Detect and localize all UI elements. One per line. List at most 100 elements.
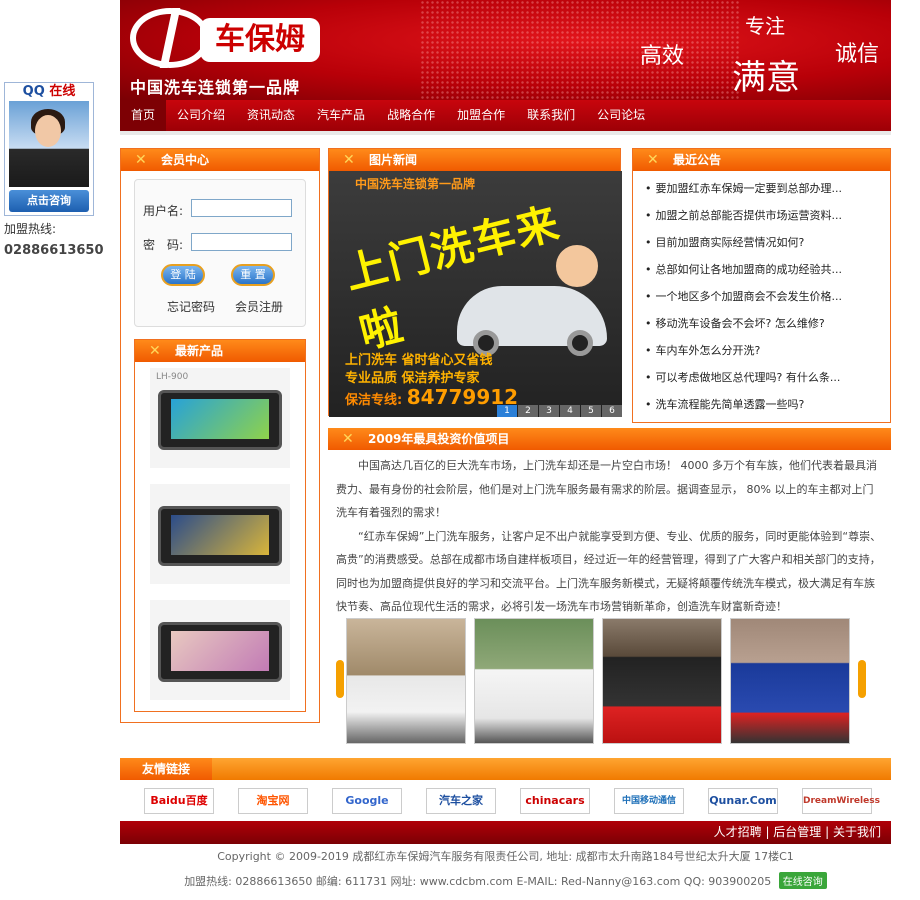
announcement-item[interactable]: 一个地区多个加盟商会不会发生价格...	[645, 283, 890, 310]
slide-page-6[interactable]: 6	[602, 405, 622, 417]
products-title: 最新产品	[135, 340, 305, 362]
slide-page-2[interactable]: 2	[518, 405, 538, 417]
logo-h-icon	[130, 8, 210, 68]
announcement-item[interactable]: 目前加盟商实际经营情况如何?	[645, 229, 890, 256]
slide-page-1[interactable]: 1	[497, 405, 517, 417]
qq-title: QQ 在线	[5, 83, 93, 101]
photo-content	[603, 619, 721, 743]
gps-screen	[171, 631, 269, 671]
online-consult-button[interactable]: 在线咨询	[778, 872, 827, 889]
gallery-photo[interactable]	[474, 618, 594, 744]
friend-link-chinamobile[interactable]: 中国移动通信	[614, 788, 684, 814]
hotline-number: 02886613650	[4, 243, 104, 258]
reset-button[interactable]: 重 置	[231, 264, 275, 286]
gallery-photo[interactable]	[730, 618, 850, 744]
footer-link-admin[interactable]: 后台管理	[773, 825, 821, 839]
nav-products[interactable]: 汽车产品	[306, 100, 376, 131]
login-button[interactable]: 登 陆	[161, 264, 205, 286]
gps-screen	[171, 399, 269, 439]
main-nav: 首页 公司介绍 资讯动态 汽车产品 战略合作 加盟合作 联系我们 公司论坛	[120, 100, 891, 131]
announcement-item[interactable]: 加盟之前总部能否提供市场运营资料...	[645, 202, 890, 229]
forgot-password-link[interactable]: 忘记密码	[167, 298, 215, 315]
nav-forum[interactable]: 公司论坛	[586, 100, 656, 131]
gps-device-image	[158, 390, 282, 450]
picture-news-title: 图片新闻	[329, 149, 620, 171]
gallery-photo[interactable]	[346, 618, 466, 744]
nav-divider	[120, 131, 891, 135]
photo-content	[347, 619, 465, 743]
announcement-item[interactable]: 移动洗车设备会不会坏? 怎么维修?	[645, 310, 890, 337]
banner-top-text: 中国洗车连锁第一品牌	[355, 177, 476, 191]
footer-link-about[interactable]: 关于我们	[833, 825, 881, 839]
project-title: 2009年最具投资价值项目	[328, 428, 891, 450]
friend-link-taobao[interactable]: 淘宝网	[238, 788, 308, 814]
friend-link-baidu[interactable]: Baidu百度	[144, 788, 214, 814]
product-item[interactable]	[150, 600, 290, 700]
qq-online-label: 在线	[49, 84, 76, 99]
password-label: 密 码:	[143, 238, 184, 252]
announcement-item[interactable]: 可以考虑做地区总代理吗? 有什么条...	[645, 364, 890, 391]
photo-content	[475, 619, 593, 743]
friend-link-dreamwireless[interactable]: DreamWireless	[802, 788, 880, 814]
product-model-label: LH-900	[156, 372, 189, 382]
qq-consult-button[interactable]: 点击咨询	[9, 190, 89, 212]
nav-news[interactable]: 资讯动态	[236, 100, 306, 131]
qq-label: QQ	[22, 84, 45, 99]
friend-links-list: Baidu百度 淘宝网 Google 汽车之家 chinacars 中国移动通信…	[144, 788, 880, 814]
nav-contact[interactable]: 联系我们	[516, 100, 586, 131]
gps-device-image	[158, 622, 282, 682]
slide-page-5[interactable]: 5	[581, 405, 601, 417]
friend-links-title: 友情链接	[120, 758, 212, 780]
product-item[interactable]: LH-900	[150, 368, 290, 468]
slide-pager: 1 2 3 4 5 6	[496, 405, 622, 417]
motto-satisfaction: 满意	[732, 58, 800, 98]
nav-company[interactable]: 公司介绍	[166, 100, 236, 131]
slide-page-4[interactable]: 4	[560, 405, 580, 417]
announcement-item[interactable]: 要加盟红赤车保姆一定要到总部办理...	[645, 175, 890, 202]
news-banner-image[interactable]: 中国洗车连锁第一品牌 上门洗车来啦 上门洗车 省时省心又省钱 专业品质 保洁养护…	[329, 171, 622, 417]
nav-franchise[interactable]: 加盟合作	[446, 100, 516, 131]
login-form: 用户名: 密 码: 登 陆 重 置 忘记密码 会员注册	[134, 179, 306, 327]
motto-focus: 专注	[745, 14, 785, 38]
logo[interactable]: 车保姆	[130, 8, 320, 68]
banner-tel: 保洁专线: 84779912	[345, 385, 518, 409]
announcement-item[interactable]: 总部如何让各地加盟商的成功经验共...	[645, 256, 890, 283]
banner-line-2: 专业品质 保洁养护专家	[345, 371, 480, 386]
wheel-icon	[567, 330, 593, 356]
friend-link-qunar[interactable]: Qunar.Com	[708, 788, 778, 814]
product-list: LH-900	[135, 362, 305, 722]
password-input[interactable]	[191, 233, 292, 251]
friend-links-bar	[212, 758, 891, 780]
banner-line-1: 上门洗车 省时省心又省钱	[345, 353, 493, 368]
announcement-item[interactable]: 车内车外怎么分开洗?	[645, 337, 890, 364]
site-header: 车保姆 中国洗车连锁第一品牌 高效 专注 满意 诚信	[120, 0, 891, 100]
logo-text: 车保姆	[200, 18, 320, 62]
announcements-panel: 最近公告 要加盟红赤车保姆一定要到总部办理... 加盟之前总部能否提供市场运营资…	[632, 148, 891, 423]
register-link[interactable]: 会员注册	[235, 298, 283, 315]
username-input[interactable]	[191, 199, 292, 217]
product-item[interactable]	[150, 484, 290, 584]
nav-strategy[interactable]: 战略合作	[376, 100, 446, 131]
announcement-item[interactable]: 洗车流程能先简单透露一些吗?	[645, 391, 890, 418]
project-paragraph-2: “红赤车保姆”上门洗车服务，让客户足不出户就能享受到方便、专业、优质的服务，同时…	[336, 529, 882, 614]
customer-service-photo	[9, 101, 89, 187]
friend-link-chinacars[interactable]: chinacars	[520, 788, 590, 814]
gps-screen	[171, 515, 269, 555]
gallery-photo[interactable]	[602, 618, 722, 744]
nav-home[interactable]: 首页	[120, 100, 167, 131]
friend-link-autohome[interactable]: 汽车之家	[426, 788, 496, 814]
friend-link-google[interactable]: Google	[332, 788, 402, 814]
slide-page-3[interactable]: 3	[539, 405, 559, 417]
photo-content	[731, 619, 849, 743]
footer-contact-text: 加盟热线: 02886613650 邮编: 611731 网址: www.cdc…	[184, 875, 772, 888]
photo-face	[35, 115, 61, 147]
footer-contact: 加盟热线: 02886613650 邮编: 611731 网址: www.cdc…	[120, 872, 891, 889]
footer-link-jobs[interactable]: 人才招聘	[714, 825, 762, 839]
gps-device-image	[158, 506, 282, 566]
member-panel-title: 会员中心	[121, 149, 319, 171]
gallery-next-arrow[interactable]	[858, 660, 866, 698]
footer-copyright: Copyright © 2009-2019 成都红赤车保姆汽车服务有限责任公司,…	[217, 850, 794, 863]
username-label: 用户名:	[143, 204, 184, 218]
motto-integrity: 诚信	[835, 42, 880, 67]
photo-gallery	[336, 618, 862, 748]
